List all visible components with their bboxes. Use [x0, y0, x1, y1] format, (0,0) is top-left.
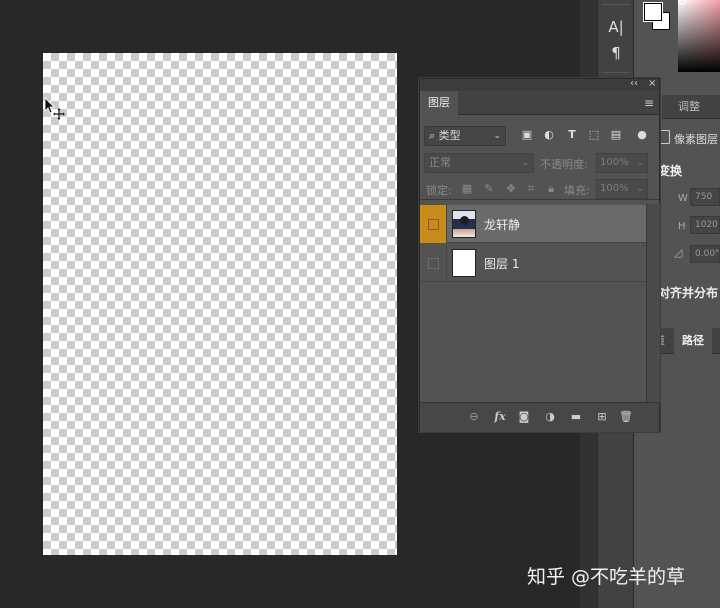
character-panel-button[interactable]: A|	[601, 16, 631, 38]
width-label: W	[678, 193, 688, 204]
layer-filter-row: ⌕ 类型 ⌄ ▣ ◐ T ⬚ ▤ ●	[420, 123, 659, 147]
lock-row: 锁定: ▦ ✎ ✥ ⌗ 🔒︎ 填充: 100% ⌄	[420, 178, 659, 200]
filter-smartobject-icon[interactable]: ▤	[609, 128, 623, 142]
filter-toggle-icon[interactable]: ●	[635, 128, 649, 142]
blend-mode-value: 正常	[429, 156, 451, 169]
search-icon: ⌕	[429, 129, 436, 142]
opacity-label: 不透明度:	[540, 158, 588, 171]
layer-visibility-toggle[interactable]	[420, 244, 447, 282]
visibility-box-icon	[428, 258, 439, 269]
color-picker-field[interactable]	[678, 0, 720, 72]
chevron-down-icon: ⌄	[636, 184, 644, 194]
layer-name[interactable]: 图层 1	[484, 255, 519, 272]
layer-list: 龙轩静 图层 1	[420, 204, 646, 402]
visibility-box-icon	[428, 219, 439, 230]
foreground-color-swatch[interactable]	[643, 2, 663, 22]
strip-grip[interactable]	[602, 4, 630, 7]
chevron-down-icon: ⌄	[636, 158, 644, 168]
strip-divider	[602, 72, 630, 73]
opacity-field[interactable]: 100% ⌄	[596, 153, 648, 173]
tab-layers[interactable]: 图层	[420, 91, 458, 115]
add-mask-icon[interactable]: ◙	[516, 409, 532, 425]
tab-adjustments[interactable]: 调整	[678, 95, 700, 119]
document-canvas[interactable]	[43, 53, 397, 555]
layers-footer: ⊖ fx ◙ ◑ ▬ ⊞ 🗑︎	[420, 402, 659, 432]
chevron-down-icon: ⌄	[521, 158, 529, 168]
filter-kind-select[interactable]: ⌕ 类型 ⌄	[424, 126, 506, 146]
filter-type-icon[interactable]: T	[565, 128, 579, 142]
layer-visibility-toggle[interactable]	[420, 205, 447, 243]
chevron-down-icon: ⌄	[493, 131, 501, 141]
watermark: 知乎 @不吃羊的草	[527, 566, 686, 588]
filter-pixel-icon[interactable]: ▣	[520, 128, 534, 142]
pixel-layer-icon	[660, 130, 670, 144]
move-cursor-icon	[44, 97, 65, 120]
lock-artboard-icon[interactable]: ⌗	[524, 182, 538, 196]
lock-position-move-icon[interactable]: ✥	[504, 182, 518, 196]
panel-menu-icon[interactable]: ≡	[644, 96, 654, 110]
collapse-panel-icon[interactable]: ‹‹	[630, 78, 638, 89]
new-group-folder-icon[interactable]: ▬	[568, 409, 584, 425]
layer-style-fx-icon[interactable]: fx	[492, 409, 508, 425]
height-label: H	[678, 221, 686, 232]
new-layer-icon[interactable]: ⊞	[594, 409, 610, 425]
angle-field[interactable]: 0.00°	[690, 245, 720, 263]
color-panel	[634, 0, 720, 84]
filter-adjustment-icon[interactable]: ◐	[542, 128, 556, 142]
opacity-value: 100%	[600, 157, 629, 168]
fill-field[interactable]: 100% ⌄	[596, 179, 648, 199]
layer-list-scrollbar[interactable]	[646, 204, 660, 402]
close-panel-icon[interactable]: ×	[648, 78, 656, 89]
tab-paths[interactable]: 路径	[674, 328, 712, 354]
layers-panel: ‹‹ × 图层 ≡ ⌕ 类型 ⌄ ▣ ◐ T ⬚ ▤ ● 正常 ⌄ 不透明度: …	[419, 78, 660, 432]
layers-tabbar: 图层 ≡	[420, 91, 659, 115]
layer-name[interactable]: 龙轩静	[484, 216, 520, 233]
height-field[interactable]: 1020 像	[690, 216, 720, 234]
adjustment-layer-icon[interactable]: ◑	[542, 409, 558, 425]
lock-label: 锁定:	[426, 184, 452, 197]
paragraph-panel-button[interactable]: ¶	[601, 42, 631, 64]
blend-mode-select[interactable]: 正常 ⌄	[424, 153, 534, 173]
delete-layer-trash-icon[interactable]: 🗑︎	[618, 409, 634, 425]
fill-label: 填充:	[564, 184, 590, 197]
fill-value: 100%	[600, 183, 629, 194]
angle-icon: ◿	[674, 246, 683, 259]
layer-thumbnail	[452, 249, 476, 277]
layer-row[interactable]: 龙轩静	[420, 205, 646, 243]
align-distribute-heading: 对齐并分布	[658, 286, 719, 300]
lock-image-brush-icon[interactable]: ✎	[482, 182, 496, 196]
filter-kind-label: 类型	[438, 129, 461, 142]
transform-heading: 变换	[658, 164, 683, 178]
lock-transparency-icon[interactable]: ▦	[460, 182, 474, 196]
layer-row[interactable]: 图层 1	[420, 244, 646, 282]
link-layers-icon[interactable]: ⊖	[466, 409, 482, 425]
layer-thumbnail	[452, 210, 476, 238]
pixel-layer-label: 像素图层	[674, 133, 718, 146]
layers-panel-titlebar[interactable]: ‹‹ ×	[420, 78, 659, 91]
blend-row: 正常 ⌄ 不透明度: 100% ⌄	[420, 152, 659, 174]
width-field[interactable]: 750 像	[690, 188, 720, 206]
lock-all-icon[interactable]: 🔒︎	[544, 182, 558, 196]
filter-shape-icon[interactable]: ⬚	[587, 128, 601, 142]
